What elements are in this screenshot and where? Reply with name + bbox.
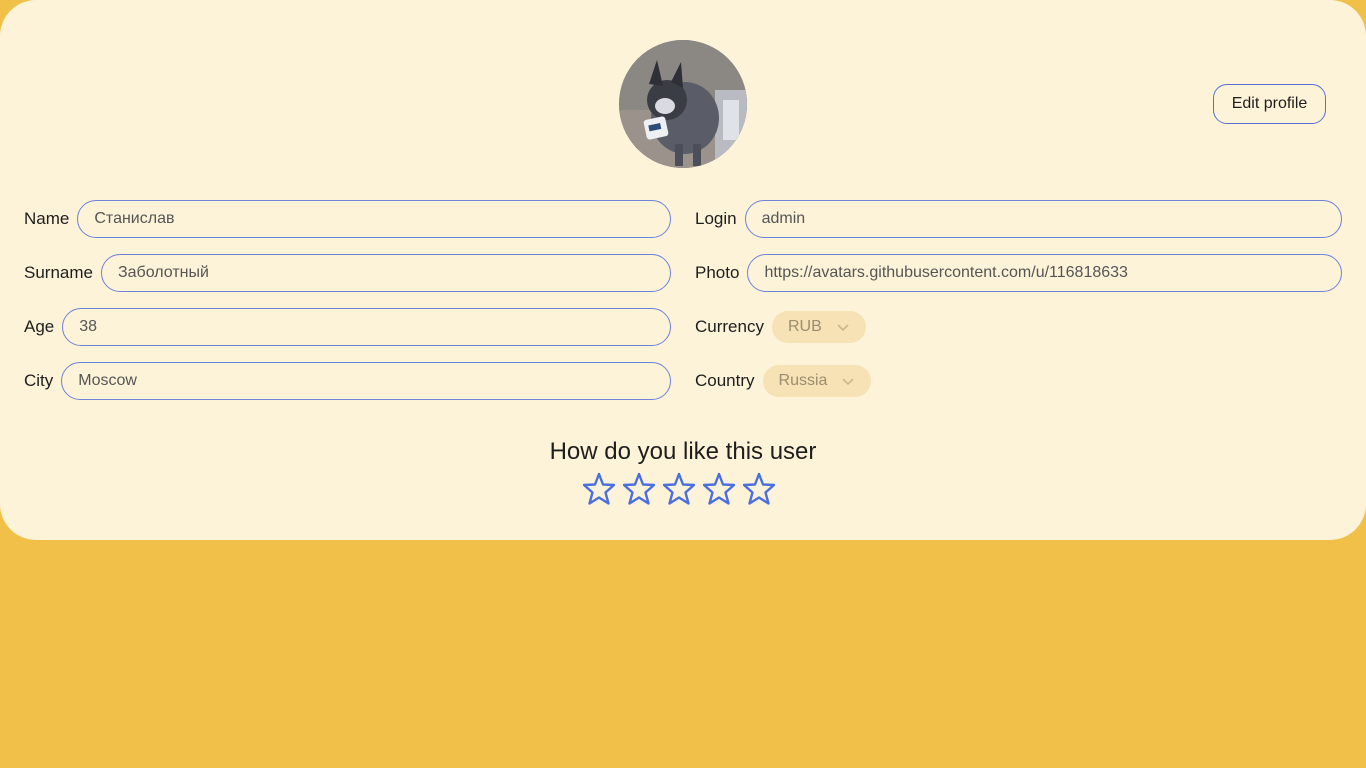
country-label: Country bbox=[695, 371, 755, 390]
profile-card: Edit profile Name Станислав Surname Забо… bbox=[0, 0, 1366, 540]
currency-select[interactable]: RUB bbox=[771, 311, 866, 343]
currency-value: RUB bbox=[787, 318, 822, 335]
country-value: Russia bbox=[778, 372, 828, 389]
name-input[interactable]: Станислав bbox=[77, 200, 671, 238]
surname-label: Surname bbox=[24, 263, 93, 282]
surname-input[interactable]: Заболотный bbox=[100, 254, 671, 292]
star-icon[interactable] bbox=[703, 472, 735, 506]
name-field-row: Name Станислав bbox=[24, 200, 671, 238]
city-label: City bbox=[24, 371, 54, 390]
photo-field-row: Photo https://avatars.githubusercontent.… bbox=[695, 254, 1342, 292]
name-label: Name bbox=[24, 209, 70, 228]
star-icon[interactable] bbox=[583, 472, 615, 506]
surname-field-row: Surname Заболотный bbox=[24, 254, 671, 292]
chevron-down-icon bbox=[842, 378, 855, 386]
rating-title: How do you like this user bbox=[549, 438, 817, 465]
star-rating bbox=[583, 472, 775, 506]
country-select[interactable]: Russia bbox=[762, 365, 872, 397]
currency-field-row: Currency RUB bbox=[695, 308, 866, 346]
age-label: Age bbox=[24, 317, 55, 336]
login-label: Login bbox=[695, 209, 737, 228]
star-icon[interactable] bbox=[623, 472, 655, 506]
login-field-row: Login admin bbox=[695, 200, 1342, 238]
age-input[interactable]: 38 bbox=[62, 308, 671, 346]
login-input[interactable]: admin bbox=[744, 200, 1342, 238]
city-field-row: City Moscow bbox=[24, 362, 671, 400]
star-icon[interactable] bbox=[743, 472, 775, 506]
city-input[interactable]: Moscow bbox=[61, 362, 671, 400]
star-icon[interactable] bbox=[663, 472, 695, 506]
avatar bbox=[619, 40, 747, 168]
age-field-row: Age 38 bbox=[24, 308, 671, 346]
edit-profile-button[interactable]: Edit profile bbox=[1213, 84, 1326, 124]
country-field-row: Country Russia bbox=[695, 362, 872, 400]
photo-input[interactable]: https://avatars.githubusercontent.com/u/… bbox=[747, 254, 1342, 292]
chevron-down-icon bbox=[837, 324, 849, 332]
currency-label: Currency bbox=[695, 317, 764, 336]
photo-label: Photo bbox=[695, 263, 740, 282]
